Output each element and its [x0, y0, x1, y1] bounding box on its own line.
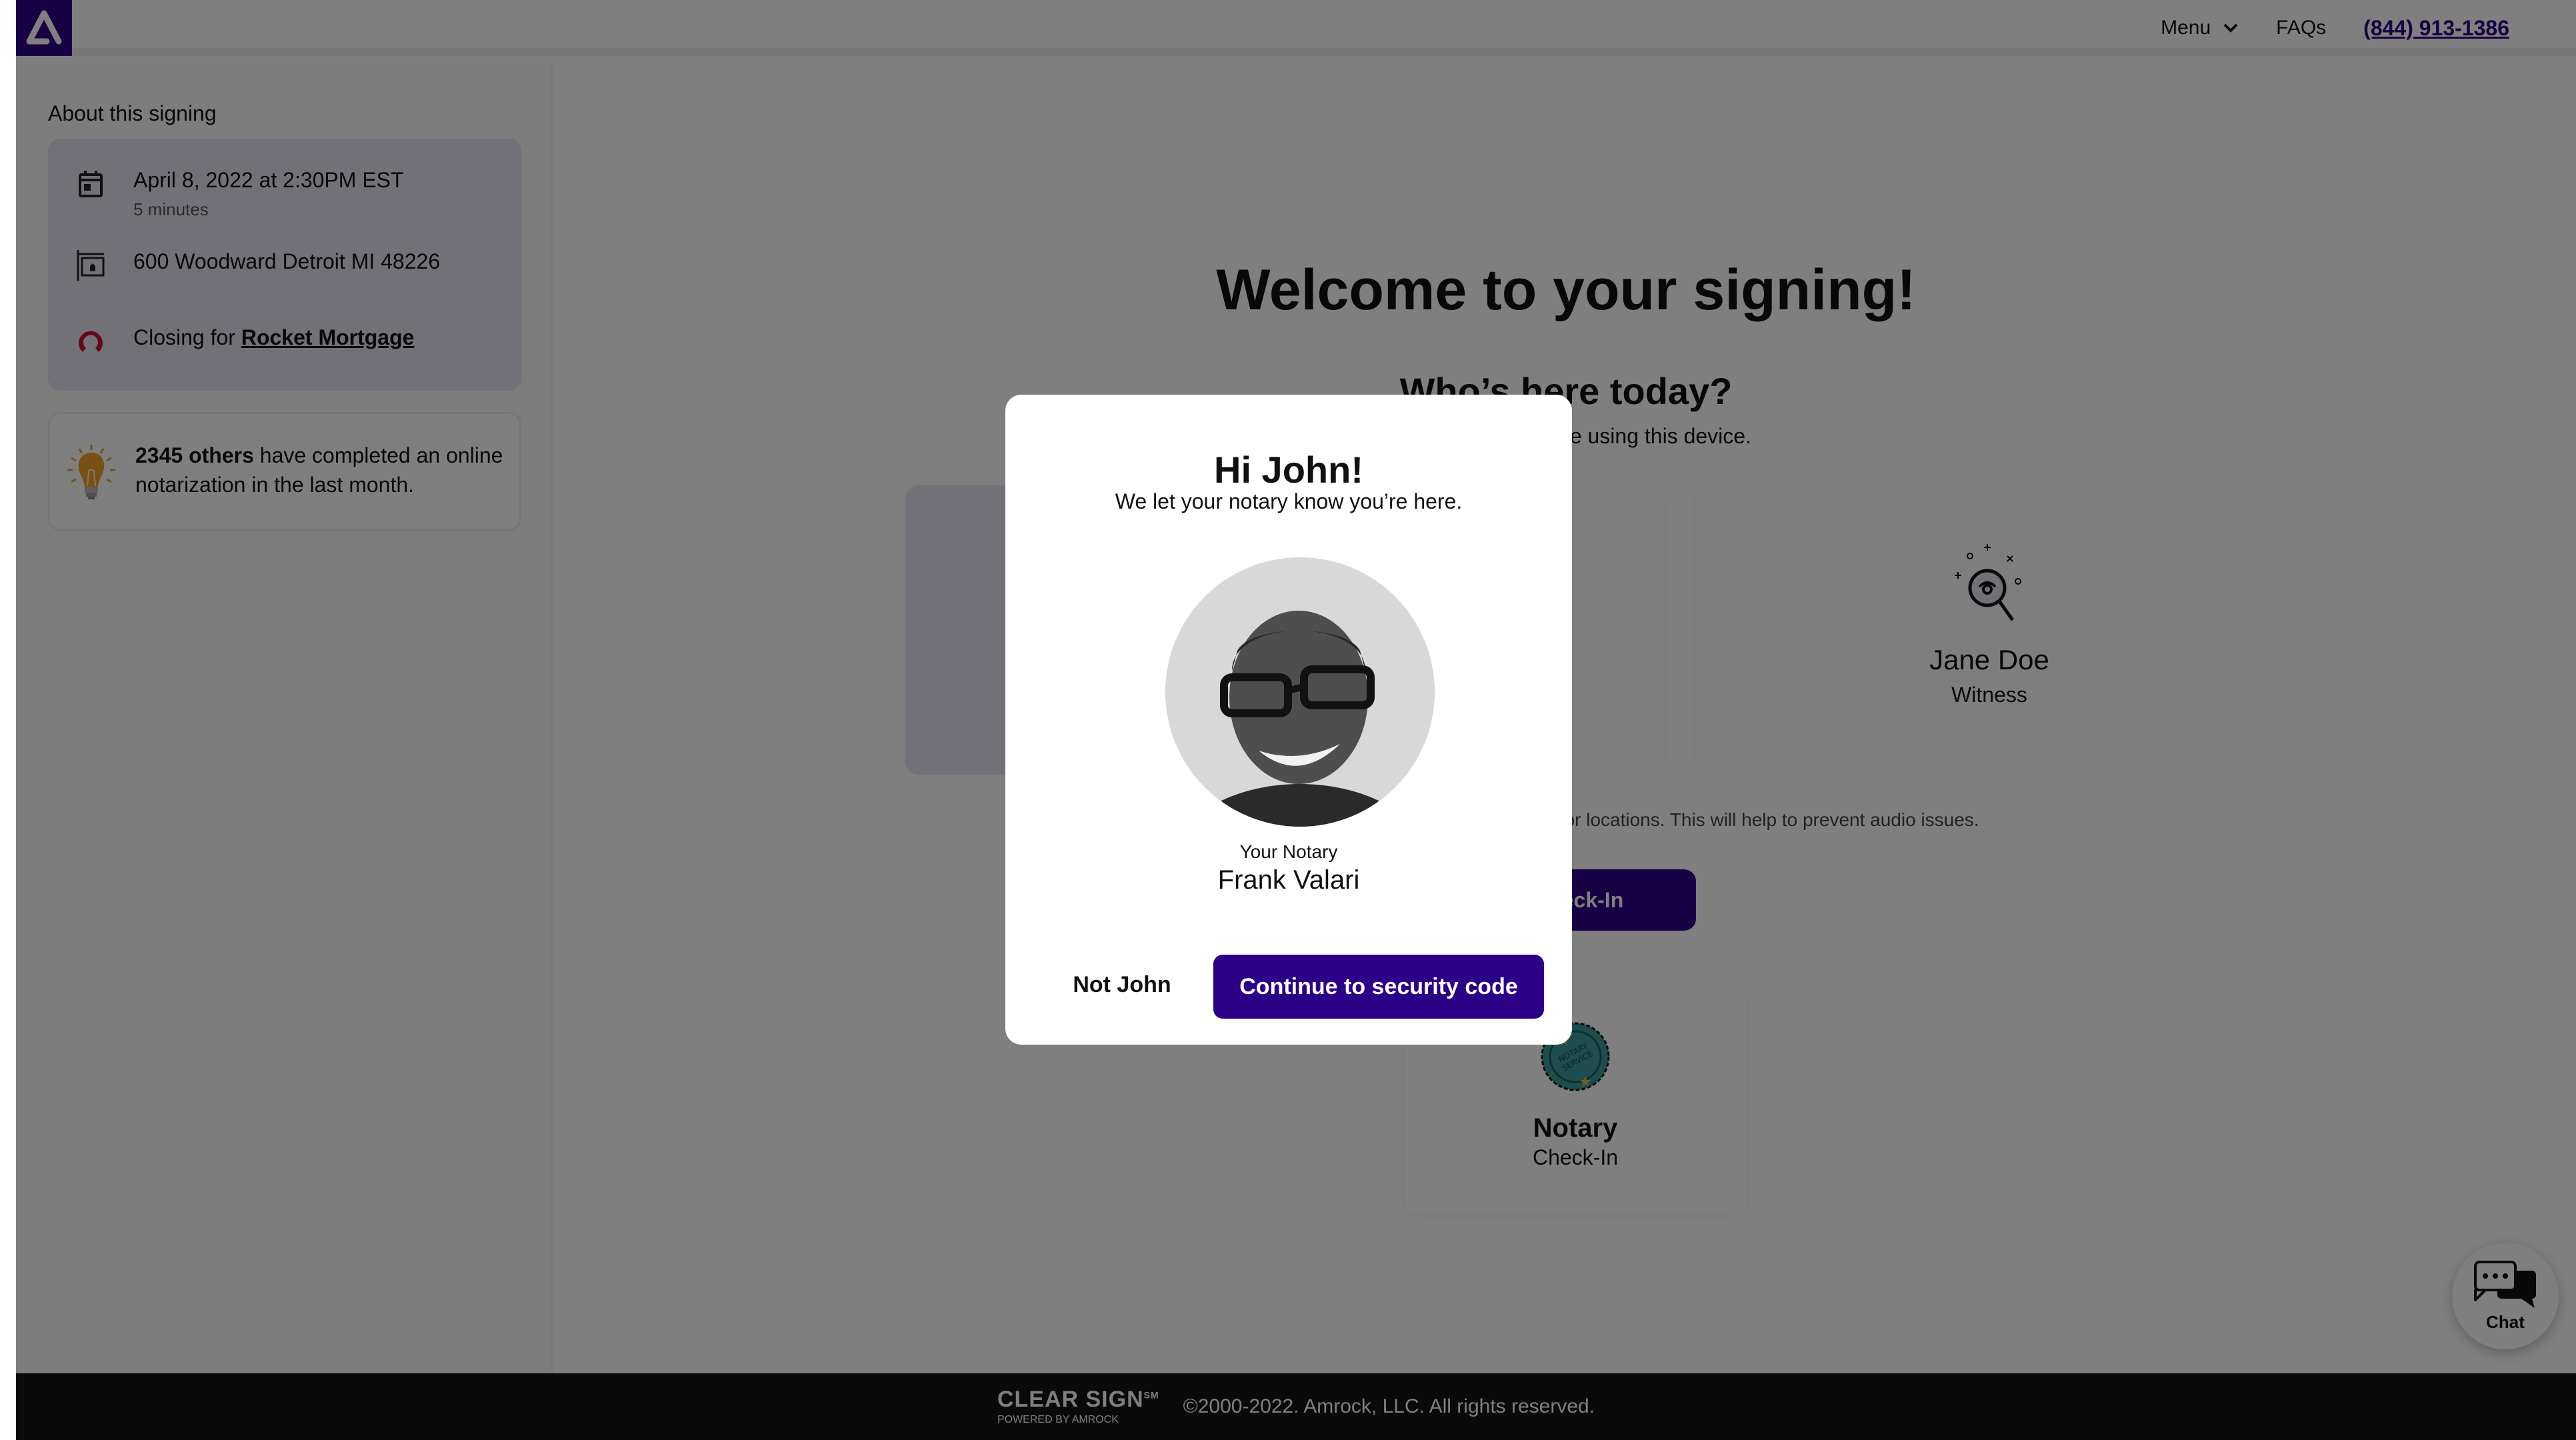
notary-role-label: Your Notary [1239, 841, 1338, 862]
check-in-confirmation-modal: Hi John! We let your notary know you’re … [1005, 395, 1572, 1045]
notary-name: Frank Valari [1217, 865, 1360, 895]
not-john-button[interactable]: Not John [1065, 955, 1179, 1015]
continue-to-security-code-button[interactable]: Continue to security code [1213, 955, 1544, 1019]
modal-title: Hi John! [1214, 449, 1363, 491]
notary-avatar [1165, 557, 1435, 827]
modal-subtitle: We let your notary know you’re here. [1115, 489, 1463, 513]
